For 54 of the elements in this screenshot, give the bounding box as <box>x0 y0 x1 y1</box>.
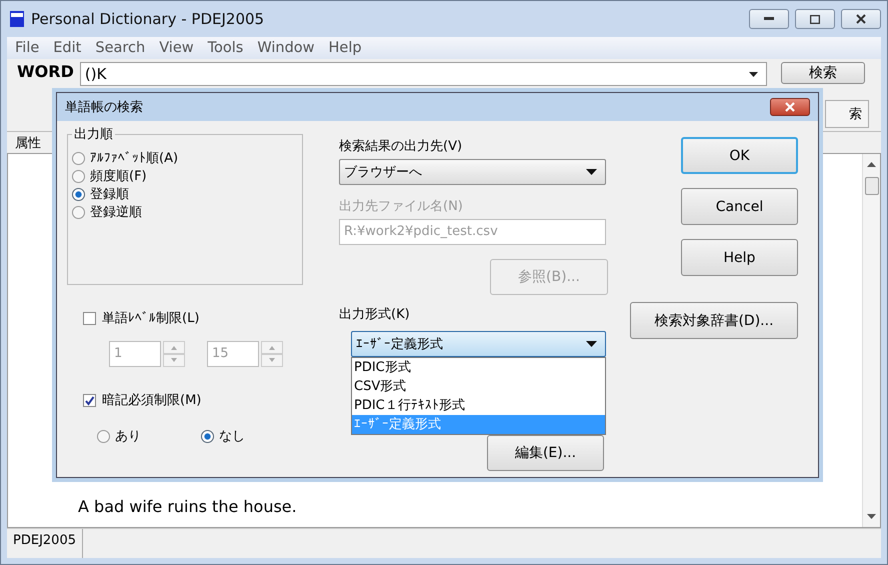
word-label: WORD <box>17 62 74 81</box>
dropdown-arrow-icon <box>749 72 758 76</box>
search-button[interactable]: 索 <box>825 100 869 128</box>
field-label: 出力形式(K) <box>339 306 410 323</box>
radio-option[interactable]: なし <box>201 427 245 445</box>
minimize-icon <box>764 17 774 21</box>
scrollbar[interactable] <box>862 154 880 527</box>
dialog-button[interactable]: Cancel <box>681 188 798 225</box>
dropdown-option[interactable]: PDIC形式 <box>352 358 605 377</box>
edit-button[interactable]: 編集(E)... <box>487 435 604 471</box>
close-icon <box>785 102 795 112</box>
dropdown-option[interactable]: CSV形式 <box>352 377 605 396</box>
word-field[interactable]: ()K <box>80 62 767 86</box>
memorize-limit-checkbox[interactable]: 暗記必須制限(M) <box>83 391 339 409</box>
menu-item[interactable]: Search <box>95 40 146 56</box>
menu-item[interactable]: Window <box>257 40 315 56</box>
dialog-title: 単語帳の検索 <box>65 99 143 116</box>
search-button[interactable]: 検索 <box>781 62 865 84</box>
dropdown-option[interactable]: PDIC１行ﾃｷｽﾄ形式 <box>352 396 605 415</box>
dropdown-arrow-icon <box>586 341 597 347</box>
close-button[interactable] <box>770 98 810 116</box>
checkmark-icon <box>84 394 95 406</box>
minimize-button[interactable] <box>749 9 789 29</box>
status-text: PDEJ2005 <box>7 529 83 558</box>
radio-option[interactable]: ｱﾙﾌｧﾍﾞｯﾄ順(A) <box>72 149 298 167</box>
book-icon <box>9 10 25 28</box>
window-title: Personal Dictionary - PDEJ2005 <box>31 10 264 28</box>
radio-option[interactable]: 登録逆順 <box>72 203 298 221</box>
column-title: 属性 <box>15 134 41 152</box>
menu-item[interactable]: View <box>159 40 194 56</box>
radio-option[interactable]: 頻度順(F) <box>72 167 298 185</box>
close-icon <box>856 14 866 24</box>
group-label: 出力順 <box>73 126 114 143</box>
field-label: 出力先ファイル名(N) <box>339 198 463 215</box>
scroll-up-icon[interactable] <box>867 162 876 167</box>
radio-option[interactable]: あり <box>97 427 141 445</box>
dialog-button[interactable]: OK <box>681 137 798 174</box>
dialog-button[interactable]: Help <box>681 239 798 276</box>
menu-item[interactable]: Help <box>328 40 362 56</box>
dropdown-arrow-icon <box>586 169 597 175</box>
destination-dropdown[interactable]: ブラウザーへ <box>339 159 606 185</box>
format-dropdown[interactable]: ｴｰｻﾞｰ定義形式 <box>351 331 606 357</box>
menu-item[interactable]: Edit <box>53 40 82 56</box>
maximize-button[interactable] <box>795 9 835 29</box>
radio-option[interactable]: 登録順 <box>72 185 298 203</box>
entry-text: A bad wife ruins the house. <box>78 496 298 518</box>
dictionary-button[interactable]: 検索対象辞書(D)... <box>630 302 798 339</box>
menu-item[interactable]: Tools <box>208 40 244 56</box>
maximize-icon <box>810 14 820 24</box>
close-button[interactable] <box>841 9 881 29</box>
scroll-down-icon[interactable] <box>867 514 876 519</box>
scroll-thumb[interactable] <box>864 177 878 195</box>
field-label: 検索結果の出力先(V) <box>339 138 462 155</box>
menu-item[interactable]: File <box>15 40 40 56</box>
